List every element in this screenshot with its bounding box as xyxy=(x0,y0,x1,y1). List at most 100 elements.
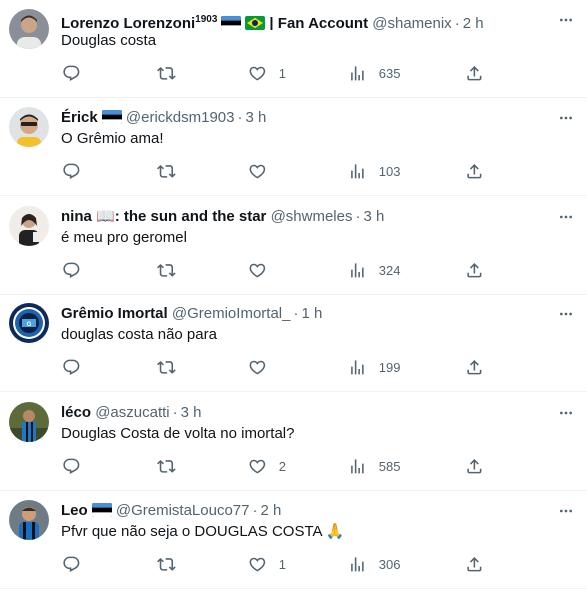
reply-icon xyxy=(62,64,81,83)
more-icon[interactable] xyxy=(555,110,577,126)
avatar[interactable]: G xyxy=(9,303,49,343)
retweet-icon xyxy=(157,457,176,476)
display-name-suffix: : the sun and the star xyxy=(114,208,267,225)
reply-icon xyxy=(62,358,81,377)
share-icon xyxy=(465,261,484,280)
tweet-text: Douglas costa xyxy=(61,32,157,49)
user-handle[interactable]: @GremistaLouco77 xyxy=(116,502,250,519)
views-button[interactable]: 635 xyxy=(348,60,400,86)
avatar[interactable] xyxy=(9,402,49,442)
more-icon[interactable] xyxy=(555,12,577,28)
estonia-flag-icon xyxy=(219,15,242,30)
action-bar: 103 xyxy=(61,158,491,184)
separator-dot: · xyxy=(252,502,258,519)
timestamp[interactable]: 3 h xyxy=(363,208,384,225)
heart-icon xyxy=(248,358,267,377)
tweet[interactable]: Lorenzo Lorenzoni1903 | Fan Account @sham… xyxy=(0,0,587,98)
more-icon[interactable] xyxy=(555,405,577,421)
retweet-icon xyxy=(157,162,176,181)
views-icon xyxy=(348,457,367,476)
views-count: 306 xyxy=(378,556,401,572)
like-button[interactable] xyxy=(248,257,279,283)
user-handle[interactable]: @erickdsm1903 xyxy=(126,109,235,126)
avatar[interactable] xyxy=(9,9,49,49)
timestamp[interactable]: 2 h xyxy=(463,15,484,30)
timestamp[interactable]: 1 h xyxy=(301,305,322,322)
timestamp[interactable]: 3 h xyxy=(181,404,202,421)
share-button[interactable] xyxy=(465,453,484,479)
share-button[interactable] xyxy=(465,60,484,86)
share-icon xyxy=(465,555,484,574)
reply-feed: Lorenzo Lorenzoni1903 | Fan Account @sham… xyxy=(0,0,587,592)
user-handle[interactable]: @GremioImortal_ xyxy=(172,305,291,322)
avatar[interactable] xyxy=(9,500,49,540)
retweet-icon xyxy=(157,261,176,280)
reply-button[interactable] xyxy=(62,60,93,86)
display-name-text: Érick xyxy=(61,109,98,126)
action-bar: 199 xyxy=(61,354,491,380)
share-button[interactable] xyxy=(465,354,484,380)
tweet-header: Leo @GremistaLouco77 · 2 h xyxy=(61,501,547,521)
heart-icon xyxy=(248,162,267,181)
tweet-header: nina 📖: the sun and the star @shwmeles · 3… xyxy=(61,207,547,227)
display-name[interactable]: Grêmio Imortal xyxy=(61,305,168,322)
views-icon xyxy=(348,162,367,181)
like-button[interactable]: 1 xyxy=(248,551,286,577)
user-handle[interactable]: @shamenix xyxy=(372,15,451,30)
reply-button[interactable] xyxy=(62,551,93,577)
retweet-button[interactable] xyxy=(157,453,188,479)
timestamp[interactable]: 3 h xyxy=(245,109,266,126)
views-button[interactable]: 585 xyxy=(348,453,400,479)
share-button[interactable] xyxy=(465,257,484,283)
tweet[interactable]: nina 📖: the sun and the star @shwmeles · 3… xyxy=(0,197,587,295)
action-bar: 1 635 xyxy=(61,60,491,86)
like-button[interactable]: 2 xyxy=(248,453,286,479)
tweet[interactable]: Leo @GremistaLouco77 · 2 h Pfvr que não sej… xyxy=(0,491,587,589)
estonia-flag-icon xyxy=(90,502,112,519)
share-button[interactable] xyxy=(465,551,484,577)
retweet-button[interactable] xyxy=(157,551,188,577)
reply-button[interactable] xyxy=(62,257,93,283)
more-icon[interactable] xyxy=(555,209,577,225)
separator-dot: · xyxy=(355,208,361,225)
display-name[interactable]: Érick xyxy=(61,109,122,126)
estonia-flag-icon xyxy=(100,109,122,126)
views-icon xyxy=(348,261,367,280)
more-icon[interactable] xyxy=(555,306,577,322)
retweet-button[interactable] xyxy=(157,158,188,184)
views-count: 199 xyxy=(378,359,401,375)
display-name[interactable]: Leo xyxy=(61,502,112,519)
views-button[interactable]: 306 xyxy=(348,551,400,577)
views-button[interactable]: 103 xyxy=(348,158,400,184)
user-handle[interactable]: @shwmeles xyxy=(271,208,353,225)
retweet-button[interactable] xyxy=(157,354,188,380)
views-button[interactable]: 324 xyxy=(348,257,400,283)
avatar[interactable] xyxy=(9,107,49,147)
avatar[interactable] xyxy=(9,206,49,246)
book-emoji: 📖 xyxy=(96,208,115,225)
brazil-flag-icon xyxy=(243,15,266,30)
reply-button[interactable] xyxy=(62,453,93,479)
tweet-text: é meu pro geromel xyxy=(61,229,187,246)
tweet-text: douglas costa não para xyxy=(61,326,217,343)
display-name[interactable]: léco xyxy=(61,404,91,421)
like-button[interactable] xyxy=(248,354,279,380)
user-handle[interactable]: @aszucatti xyxy=(95,404,169,421)
retweet-button[interactable] xyxy=(157,60,188,86)
timestamp[interactable]: 2 h xyxy=(260,502,281,519)
tweet[interactable]: Érick @erickdsm1903 · 3 h O Grêmio ama! 103 xyxy=(0,98,587,196)
views-icon xyxy=(348,64,367,83)
views-button[interactable]: 199 xyxy=(348,354,400,380)
share-button[interactable] xyxy=(465,158,484,184)
display-name[interactable]: nina 📖: the sun and the star xyxy=(61,208,266,225)
like-button[interactable]: 1 xyxy=(248,60,286,86)
tweet[interactable]: léco @aszucatti · 3 h Douglas Costa de volt… xyxy=(0,393,587,491)
display-name[interactable]: Lorenzo Lorenzoni1903 | Fan Account xyxy=(61,14,368,30)
more-icon[interactable] xyxy=(555,503,577,519)
heart-icon xyxy=(248,64,267,83)
reply-button[interactable] xyxy=(62,158,93,184)
like-button[interactable] xyxy=(248,158,279,184)
tweet[interactable]: G Grêmio Imortal @GremioImortal_ · 1 h dougl… xyxy=(0,294,587,392)
reply-button[interactable] xyxy=(62,354,93,380)
retweet-button[interactable] xyxy=(157,257,188,283)
